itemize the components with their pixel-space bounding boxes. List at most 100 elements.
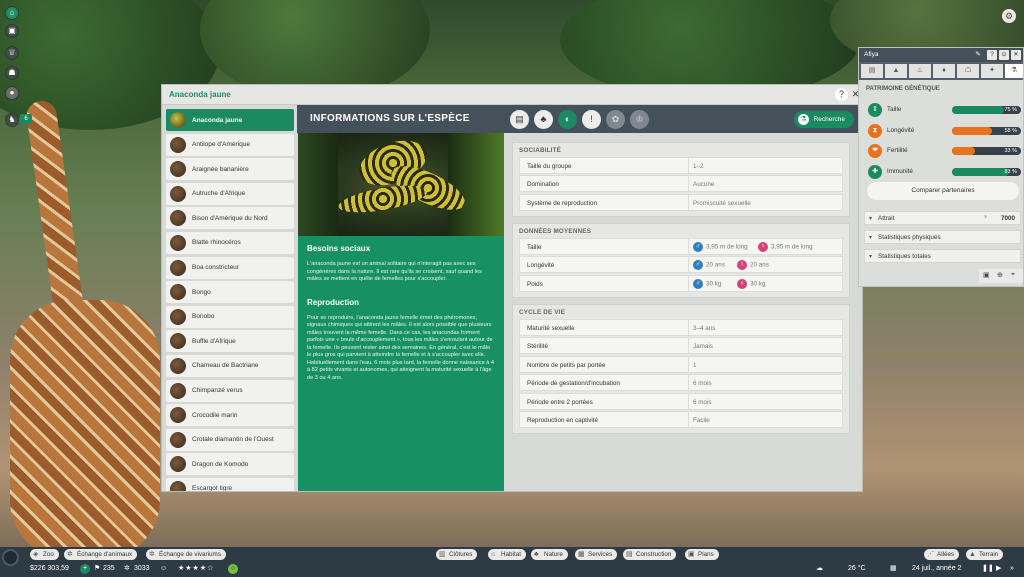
stat-bar-fill xyxy=(952,106,1004,114)
zoo-icon[interactable]: ⌂ xyxy=(5,6,19,20)
gen-help-icon[interactable]: ? xyxy=(987,50,997,60)
paths-button[interactable]: ⋰ Allées xyxy=(924,549,960,560)
behaviour-icon[interactable]: ! xyxy=(582,110,601,129)
research-button[interactable]: ⚗ Recherche xyxy=(794,111,854,128)
male-value: ♂ 3,95 m de long xyxy=(693,242,748,252)
fast-forward-icon[interactable]: » xyxy=(1010,564,1014,574)
averages-section: DONNÉES MOYENNES Taille ♂ 3,95 m de long ♀ 3… xyxy=(512,223,850,298)
list-item[interactable]: Escargot tigre xyxy=(166,477,294,491)
animal-list: Anaconda jaune Antilope d'Amérique Araigné… xyxy=(166,109,294,491)
list-item[interactable]: Bonobo xyxy=(166,305,294,328)
zoo-icon: ◈ xyxy=(33,551,39,558)
services-button[interactable]: ▦ Services xyxy=(575,549,618,560)
stat-bar-fill xyxy=(952,167,1010,176)
temperature-value: 26 °C xyxy=(848,565,866,572)
physical-stats-row[interactable]: ▾ Statistiques physiques xyxy=(864,230,1021,244)
edit-name-icon[interactable]: ✎ xyxy=(973,50,983,60)
list-item[interactable]: Bison d'Amérique du Nord xyxy=(166,207,294,230)
tab-social-icon[interactable]: ☖ xyxy=(957,64,979,78)
calendar-icon: ▦ xyxy=(890,565,897,572)
habitat-icon: ⌂ xyxy=(491,551,496,558)
list-item[interactable]: Boa constricteur xyxy=(166,256,294,279)
nature-button[interactable]: ♣ Nature xyxy=(531,549,568,560)
tab-welfare-icon[interactable]: ✦ xyxy=(981,64,1003,78)
animal-trade-button[interactable]: ✲ Échange d'animaux xyxy=(64,549,138,560)
genetics-footer-tools: ▣ ⊕ ⌖ xyxy=(979,269,1023,283)
list-item[interactable]: Chimpanzé verus xyxy=(166,379,294,402)
row-label: Taille xyxy=(527,244,542,251)
animal-list-icon[interactable]: ♞ xyxy=(5,113,19,127)
follow-icon[interactable]: ⊕ xyxy=(997,271,1003,279)
tab-info-icon[interactable]: ▤ xyxy=(861,64,883,78)
animal-name: Afiya xyxy=(864,51,879,58)
list-item[interactable]: Bongo xyxy=(166,281,294,304)
clipboard-icon[interactable]: ▤ xyxy=(510,110,529,129)
gen-close-icon[interactable]: ✕ xyxy=(1011,50,1021,60)
gen-pin-icon[interactable]: ⊙ xyxy=(999,50,1009,60)
trophy-icon[interactable]: ♕ xyxy=(5,46,19,60)
bottom-toolbar: ◈ Zoo ✲ Échange d'animaux ✲ Échange de viva… xyxy=(0,547,1024,577)
list-item[interactable]: Anaconda jaune xyxy=(166,109,294,131)
list-item[interactable]: Crocodile marin xyxy=(166,404,294,427)
construction-button[interactable]: ▤ Construction xyxy=(623,549,677,560)
info-header: INFORMATIONS SUR L'ESPÈCE ▤ ♣ ◐ ! ✿ ♔ ⚗ … xyxy=(297,105,862,133)
animal-avatar xyxy=(170,308,186,325)
list-item[interactable]: Crotale diamantin de l'Ouest xyxy=(166,428,294,451)
time-speed-dial-icon[interactable] xyxy=(2,549,19,566)
species-dialog: Anaconda jaune ? ✕ Anaconda jaune Antilop… xyxy=(161,84,864,492)
tab-needs-icon[interactable]: ♨ xyxy=(909,64,931,78)
map-icon[interactable]: ▣ xyxy=(5,24,19,38)
table-row: Maturité sexuelle 3–4 ans xyxy=(519,319,843,336)
list-item[interactable]: Araignée bananière xyxy=(166,158,294,181)
reproduction-icon[interactable]: ◐ xyxy=(558,110,577,129)
settings-gear-icon[interactable]: ⚙ xyxy=(1002,9,1016,23)
male-text: 3,95 m de long xyxy=(706,243,748,251)
row-divider xyxy=(688,194,689,210)
row-value: 6 mois xyxy=(693,380,712,388)
sociability-section: SOCIABILITÉ Taille du groupe 1–2 Dominatio… xyxy=(512,142,850,217)
tab-food-icon[interactable]: ♦ xyxy=(933,64,955,78)
total-stats-row[interactable]: ▾ Statistiques totales xyxy=(864,249,1021,263)
female-icon: ♀ xyxy=(758,242,768,252)
male-icon: ♂ xyxy=(693,278,703,289)
row-value: 1 xyxy=(693,361,697,369)
list-item[interactable]: Buffle d'Afrique xyxy=(166,330,294,353)
terrain-button[interactable]: ▲ Terrain xyxy=(966,549,1004,560)
vivarium-trade-button[interactable]: ✲ Échange de vivariums xyxy=(146,549,226,560)
locate-icon[interactable]: ⌖ xyxy=(1011,271,1015,279)
play-icon[interactable]: ▶ xyxy=(996,564,1001,574)
nature-label: Nature xyxy=(544,551,563,558)
tree-icon: ♣ xyxy=(534,551,539,558)
habitat-icon[interactable]: ♣ xyxy=(534,110,553,129)
compare-partners-button[interactable]: Comparer partenaires xyxy=(867,182,1019,200)
list-item[interactable]: Blatte rhinocéros xyxy=(166,231,294,254)
female-text: 20 ans xyxy=(750,262,769,270)
tab-habitat-icon[interactable]: ▲ xyxy=(885,64,907,78)
list-item[interactable]: Chameau de Bactriane xyxy=(166,354,294,377)
row-value: 1–2 xyxy=(693,163,704,170)
animal-name: Boa constricteur xyxy=(192,264,239,272)
animal-avatar xyxy=(170,185,186,202)
shop-icon: ▦ xyxy=(578,551,585,558)
habitat-button[interactable]: ⌂ Habitat xyxy=(488,549,526,560)
add-money-icon[interactable]: + xyxy=(80,564,90,574)
plans-button[interactable]: ▣ Plans xyxy=(685,549,719,560)
row-divider xyxy=(688,356,689,372)
list-item[interactable]: Autruche d'Afrique xyxy=(166,182,294,205)
animal-avatar xyxy=(170,456,186,473)
tab-genetics-icon[interactable]: ⚗ xyxy=(1005,64,1023,78)
attrait-row[interactable]: ▾ Attrait ♀ 7000 xyxy=(864,211,1021,225)
list-item[interactable]: Dragon de Komodo xyxy=(166,453,294,476)
staff-icon[interactable]: ☗ xyxy=(5,66,19,80)
help-icon[interactable]: ? xyxy=(835,88,848,101)
stat-bar: 83 % xyxy=(952,167,1021,176)
stat-name: Immunité xyxy=(887,167,913,175)
plans-label: Plans xyxy=(698,551,714,558)
pause-icon[interactable]: ❚❚ xyxy=(982,564,994,574)
camera-icon[interactable]: ▣ xyxy=(983,271,990,279)
fences-button[interactable]: ▥ Clôtures xyxy=(436,549,478,560)
blueprint-icon: ▣ xyxy=(688,551,695,558)
zoo-button[interactable]: ◈ Zoo xyxy=(30,549,59,560)
genetics-tabs: ▤ ▲ ♨ ♦ ☖ ✦ ⚗ xyxy=(859,62,1023,80)
list-item[interactable]: Antilope d'Amérique xyxy=(166,133,294,156)
